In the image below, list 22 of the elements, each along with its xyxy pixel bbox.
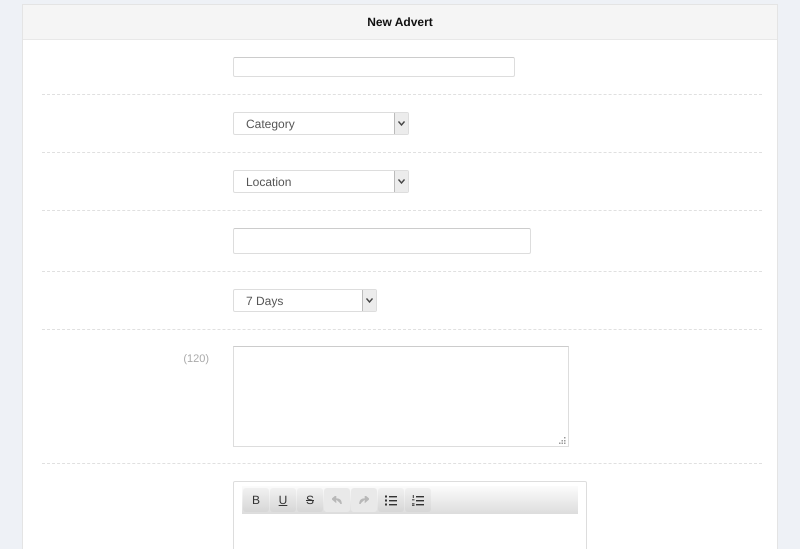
undo-icon: [332, 496, 342, 504]
toolbar-button[interactable]: [405, 488, 431, 512]
redo-icon: [359, 496, 369, 504]
dropdown[interactable]: Category: [233, 112, 409, 135]
caret-icon: [394, 113, 408, 134]
bulleted-list-icon: [385, 494, 397, 506]
dropdown[interactable]: Location: [233, 170, 409, 193]
text-field[interactable]: [233, 57, 515, 77]
format-button[interactable]: U: [270, 488, 296, 512]
rich-text-editor[interactable]: B U S: [233, 481, 587, 549]
panel-title: New Advert: [367, 15, 433, 29]
resize-grip-icon[interactable]: [559, 437, 566, 444]
numbered-list-icon: [412, 494, 424, 506]
caret-icon: [394, 171, 408, 192]
text-area[interactable]: [233, 346, 569, 447]
toolbar-button[interactable]: [378, 488, 404, 512]
text-field[interactable]: [233, 228, 531, 254]
format-button[interactable]: S: [297, 488, 323, 512]
caret-icon: [362, 290, 376, 311]
character-limit: (120): [183, 353, 209, 365]
dropdown[interactable]: 7 Days: [233, 289, 377, 312]
format-button[interactable]: B: [243, 488, 269, 512]
